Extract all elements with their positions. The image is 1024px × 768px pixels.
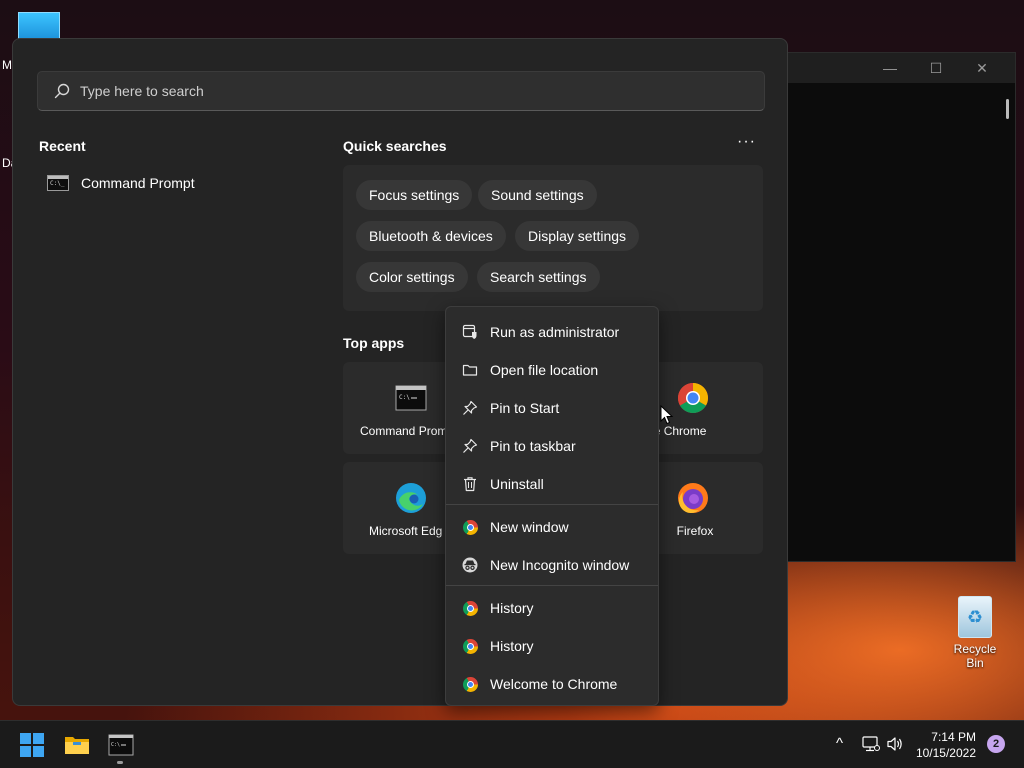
chrome-icon <box>462 519 478 535</box>
context-menu: Run as administrator Open file location … <box>445 306 659 706</box>
edge-icon <box>396 483 426 513</box>
menu-item-welcome-to-chrome[interactable]: Welcome to Chrome <box>450 667 654 701</box>
chip-focus-settings[interactable]: Focus settings <box>356 180 473 210</box>
maximize-button[interactable]: ☐ <box>913 60 959 77</box>
firefox-icon <box>678 483 708 514</box>
menu-separator <box>446 585 658 586</box>
menu-item-label: New window <box>490 519 569 535</box>
command-prompt-icon: C:\ <box>395 385 427 411</box>
search-placeholder: Type here to search <box>80 83 204 99</box>
svg-text:C:\: C:\ <box>399 394 410 401</box>
scrollbar-thumb[interactable] <box>1006 99 1009 119</box>
quick-searches-panel: Focus settings Sound settings Bluetooth … <box>343 165 763 311</box>
incognito-icon <box>462 557 478 573</box>
chip-color-settings[interactable]: Color settings <box>356 262 468 292</box>
menu-item-pin-to-taskbar[interactable]: Pin to taskbar <box>450 429 654 463</box>
chrome-icon <box>462 676 478 692</box>
volume-icon[interactable] <box>886 736 904 752</box>
file-explorer-icon[interactable] <box>64 733 90 757</box>
chrome-icon <box>462 600 478 616</box>
command-prompt-icon[interactable]: C:\ <box>108 733 134 757</box>
pin-icon <box>462 400 478 416</box>
menu-item-history[interactable]: History <box>450 629 654 663</box>
menu-separator <box>446 504 658 505</box>
menu-item-label: Uninstall <box>490 476 544 492</box>
close-button[interactable]: ✕ <box>959 60 1005 77</box>
menu-item-label: Run as administrator <box>490 324 620 340</box>
search-icon <box>54 83 70 99</box>
recent-heading: Recent <box>39 138 86 154</box>
desktop-label-fragment: M <box>2 58 12 72</box>
search-box[interactable]: Type here to search <box>37 71 765 111</box>
menu-item-label: Welcome to Chrome <box>490 676 618 692</box>
recycle-bin-icon <box>958 596 992 638</box>
trash-icon <box>462 476 478 492</box>
chip-bluetooth-devices[interactable]: Bluetooth & devices <box>356 221 506 251</box>
pin-icon <box>462 438 478 454</box>
menu-item-new-incognito-window[interactable]: New Incognito window <box>450 548 654 582</box>
taskbar-clock[interactable]: 7:14 PM 10/15/2022 <box>910 729 976 761</box>
clock-date: 10/15/2022 <box>915 746 976 760</box>
clock-time: 7:14 PM <box>931 730 976 744</box>
more-options-button[interactable]: ··· <box>737 133 756 151</box>
menu-item-new-window[interactable]: New window <box>450 510 654 544</box>
chrome-icon <box>677 383 709 414</box>
active-app-indicator <box>117 761 123 764</box>
svg-text:C:\: C:\ <box>111 742 120 748</box>
menu-item-label: Pin to Start <box>490 400 560 416</box>
menu-item-label: History <box>490 638 534 654</box>
windows-start-icon[interactable] <box>20 733 44 757</box>
shield-window-icon <box>462 324 478 340</box>
taskbar: C:\ ^ 7:14 PM 10/15/2022 2 <box>0 720 1024 768</box>
top-apps-heading: Top apps <box>343 335 405 351</box>
folder-outline-icon <box>462 362 478 378</box>
menu-item-open-file-location[interactable]: Open file location <box>450 353 654 387</box>
command-prompt-icon <box>47 175 69 191</box>
chip-search-settings[interactable]: Search settings <box>477 262 600 292</box>
minimize-button[interactable]: — <box>867 60 913 76</box>
chrome-icon <box>462 638 478 654</box>
window-titlebar: — ☐ ✕ <box>787 53 1015 83</box>
menu-item-label: Open file location <box>490 362 599 378</box>
chip-display-settings[interactable]: Display settings <box>515 221 640 251</box>
menu-item-history[interactable]: History <box>450 591 654 625</box>
menu-item-uninstall[interactable]: Uninstall <box>450 467 654 501</box>
menu-item-label: History <box>490 600 534 616</box>
recycle-bin-shortcut[interactable]: Recycle Bin <box>944 596 1006 670</box>
menu-item-run-as-administrator[interactable]: Run as administrator <box>450 315 654 349</box>
menu-item-label: Pin to taskbar <box>490 438 576 454</box>
background-console-window[interactable]: — ☐ ✕ <box>786 52 1016 562</box>
tray-overflow-chevron-icon[interactable]: ^ <box>836 735 843 752</box>
notification-count-badge[interactable]: 2 <box>987 735 1005 753</box>
recycle-bin-label: Recycle Bin <box>953 642 997 670</box>
menu-item-label: New Incognito window <box>490 557 630 573</box>
network-icon[interactable] <box>862 736 880 752</box>
quick-searches-heading: Quick searches <box>343 138 447 154</box>
menu-item-pin-to-start[interactable]: Pin to Start <box>450 391 654 425</box>
start-menu: Type here to search Recent Command Promp… <box>12 38 788 706</box>
recent-item-label: Command Prompt <box>81 175 195 191</box>
mouse-cursor-icon <box>660 405 674 425</box>
recent-item-command-prompt[interactable]: Command Prompt <box>47 175 195 191</box>
chip-sound-settings[interactable]: Sound settings <box>478 180 597 210</box>
